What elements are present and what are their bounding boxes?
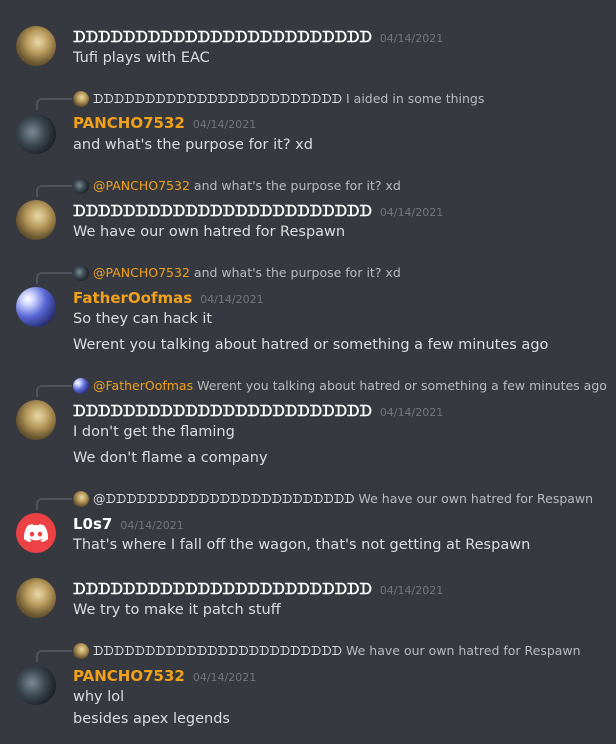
reply-avatar [73, 178, 89, 194]
message-timestamp: 04/14/2021 [379, 584, 444, 597]
reply-spine [36, 498, 72, 510]
reply-text: and what's the purpose for it? xd [193, 265, 401, 280]
message-text: why lol [73, 689, 125, 705]
reply-preview[interactable]: @FatherOofmas Werent you talking about h… [73, 378, 607, 394]
message-text: I don't get the flaming [73, 424, 235, 440]
reply-spine [36, 185, 72, 197]
reply-preview[interactable]: @PANCHO7532 and what's the purpose for i… [73, 178, 401, 194]
reply-spine [36, 650, 72, 662]
avatar[interactable] [16, 400, 56, 440]
message-text: That's where I fall off the wagon, that'… [73, 537, 531, 553]
reply-avatar [73, 378, 89, 394]
message-text: besides apex legends [73, 711, 230, 727]
message-timestamp: 04/14/2021 [200, 293, 264, 306]
reply-avatar [73, 91, 89, 107]
message-text: We have our own hatred for Respawn [73, 224, 346, 240]
reply-author[interactable]: ᗪᗪᗪᗪᗪᗪᗪᗪᗪᗪᗪᗪᗪᗪᗪᗪᗪᗪᗪᗪᗪᗪᗪᗪ [93, 643, 342, 659]
reply-avatar [73, 643, 89, 659]
avatar[interactable] [16, 287, 56, 327]
reply-preview[interactable]: ᗪᗪᗪᗪᗪᗪᗪᗪᗪᗪᗪᗪᗪᗪᗪᗪᗪᗪᗪᗪᗪᗪᗪᗪ I aided in some… [73, 91, 484, 107]
discord-logo-icon [24, 524, 48, 542]
message-text: We try to make it patch stuff [73, 602, 281, 618]
reply-preview[interactable]: ᗪᗪᗪᗪᗪᗪᗪᗪᗪᗪᗪᗪᗪᗪᗪᗪᗪᗪᗪᗪᗪᗪᗪᗪ We have our own… [73, 643, 581, 659]
author-name[interactable]: ᗪᗪᗪᗪᗪᗪᗪᗪᗪᗪᗪᗪᗪᗪᗪᗪᗪᗪᗪᗪᗪᗪᗪᗪ 04/14/2021 [73, 202, 443, 222]
message-timestamp: 04/14/2021 [379, 406, 444, 419]
avatar[interactable] [16, 200, 56, 240]
author-name[interactable]: FatherOofmas 04/14/2021 [73, 289, 264, 309]
message-text: and what's the purpose for it? xd [73, 137, 313, 153]
reply-author[interactable]: @ᗪᗪᗪᗪᗪᗪᗪᗪᗪᗪᗪᗪᗪᗪᗪᗪᗪᗪᗪᗪᗪᗪᗪᗪ [93, 491, 355, 507]
avatar[interactable] [16, 26, 56, 66]
reply-text: We have our own hatred for Respawn [346, 643, 581, 658]
author-name[interactable]: ᗪᗪᗪᗪᗪᗪᗪᗪᗪᗪᗪᗪᗪᗪᗪᗪᗪᗪᗪᗪᗪᗪᗪᗪ 04/14/2021 [73, 28, 443, 48]
message-text: Tufi plays with EAC [73, 50, 210, 66]
reply-spine [36, 98, 72, 110]
reply-text: I aided in some things [346, 91, 485, 106]
avatar[interactable] [16, 513, 56, 553]
reply-preview[interactable]: @PANCHO7532 and what's the purpose for i… [73, 265, 401, 281]
reply-author[interactable]: ᗪᗪᗪᗪᗪᗪᗪᗪᗪᗪᗪᗪᗪᗪᗪᗪᗪᗪᗪᗪᗪᗪᗪᗪ [93, 91, 342, 107]
reply-text: We have our own hatred for Respawn [358, 491, 594, 506]
message-text: We don't flame a company [73, 450, 268, 466]
reply-text: Werent you talking about hatred or somet… [197, 378, 607, 393]
reply-avatar [73, 265, 89, 281]
reply-author[interactable]: @PANCHO7532 [93, 265, 190, 281]
reply-spine [36, 272, 72, 284]
author-name[interactable]: PANCHO7532 04/14/2021 [73, 114, 256, 134]
reply-spine [36, 385, 72, 397]
message-timestamp: 04/14/2021 [120, 519, 184, 532]
message-text: Werent you talking about hatred or somet… [73, 337, 549, 353]
message-timestamp: 04/14/2021 [192, 118, 257, 131]
avatar[interactable] [16, 665, 56, 705]
avatar[interactable] [16, 114, 56, 154]
author-name[interactable]: L0s7 04/14/2021 [73, 515, 184, 535]
reply-text: and what's the purpose for it? xd [193, 178, 401, 193]
reply-author[interactable]: @PANCHO7532 [93, 178, 190, 194]
message-timestamp: 04/14/2021 [379, 206, 444, 219]
reply-avatar [73, 491, 89, 507]
message-timestamp: 04/14/2021 [192, 671, 257, 684]
author-name[interactable]: ᗪᗪᗪᗪᗪᗪᗪᗪᗪᗪᗪᗪᗪᗪᗪᗪᗪᗪᗪᗪᗪᗪᗪᗪ 04/14/2021 [73, 402, 443, 422]
message-text: So they can hack it [73, 311, 213, 327]
author-name[interactable]: PANCHO7532 04/14/2021 [73, 667, 256, 687]
reply-preview[interactable]: @ᗪᗪᗪᗪᗪᗪᗪᗪᗪᗪᗪᗪᗪᗪᗪᗪᗪᗪᗪᗪᗪᗪᗪᗪ We have our ow… [73, 491, 593, 507]
avatar[interactable] [16, 578, 56, 618]
reply-author[interactable]: @FatherOofmas [93, 378, 193, 394]
message-timestamp: 04/14/2021 [379, 32, 444, 45]
author-name[interactable]: ᗪᗪᗪᗪᗪᗪᗪᗪᗪᗪᗪᗪᗪᗪᗪᗪᗪᗪᗪᗪᗪᗪᗪᗪ 04/14/2021 [73, 580, 443, 600]
